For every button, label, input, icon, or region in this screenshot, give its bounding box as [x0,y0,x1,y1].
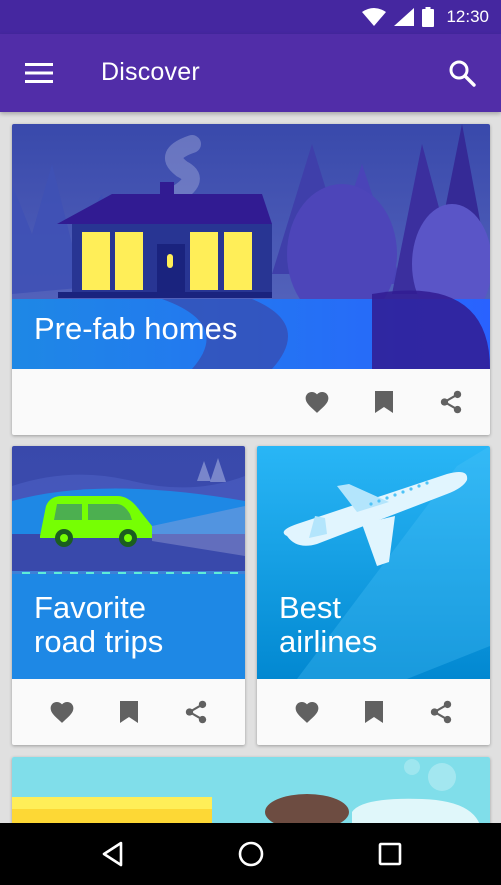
search-icon [449,60,476,87]
system-nav-bar [0,823,501,885]
bookmark-button[interactable] [114,697,144,727]
share-icon [185,700,207,724]
home-icon [238,841,264,867]
share-button[interactable] [426,697,456,727]
card-best-airlines[interactable]: Best airlines [257,446,490,745]
favorite-button[interactable] [302,387,332,417]
bookmark-button[interactable] [369,387,399,417]
share-icon [430,700,452,724]
bookmark-button[interactable] [359,697,389,727]
favorite-button[interactable] [292,697,322,727]
card-actions [12,369,490,435]
status-icons: 12:30 [362,6,489,28]
heart-icon [295,702,319,723]
back-button[interactable] [96,837,130,871]
back-icon [102,841,123,867]
card-title: Pre-fab homes [34,311,238,346]
card-actions [12,679,245,745]
recents-icon [378,842,402,866]
heart-icon [305,392,329,413]
app-bar: Discover [0,34,501,112]
status-time: 12:30 [446,7,489,26]
page-title: Discover [101,58,200,86]
heart-icon [50,702,74,723]
menu-icon [25,63,53,83]
share-icon [440,390,462,414]
home-button[interactable] [234,837,268,871]
favorite-button[interactable] [47,697,77,727]
card-road-trips[interactable]: Favorite road trips [12,446,245,745]
share-button[interactable] [181,697,211,727]
card-actions [257,679,490,745]
battery-icon [422,7,435,27]
menu-button[interactable] [22,60,56,86]
bookmark-icon [365,701,383,723]
cell-signal-icon [394,8,415,26]
bookmark-icon [120,701,138,723]
search-button[interactable] [447,58,479,90]
status-bar: 12:30 [0,0,501,34]
bookmark-icon [375,391,393,413]
recents-button[interactable] [373,837,407,871]
wifi-icon [362,8,387,26]
share-button[interactable] [436,387,466,417]
card-title: Favorite road trips [34,590,164,659]
card-title: Best airlines [279,590,378,659]
card-prefab-homes[interactable]: Pre-fab homes [12,124,490,435]
